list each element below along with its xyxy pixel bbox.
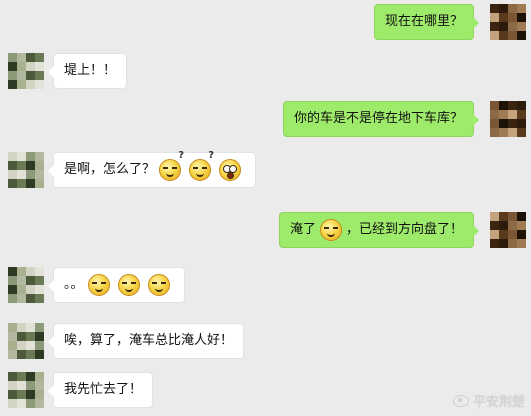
message-bubble-right[interactable]: 现在在哪里？ xyxy=(373,4,480,40)
avatar-right[interactable] xyxy=(490,101,526,137)
confused-emoji: ? xyxy=(189,151,214,181)
squint-emoji xyxy=(87,274,110,296)
message-text: 唉，算了，淹车总比淹人好！ xyxy=(64,333,234,348)
avatar-left[interactable] xyxy=(8,267,44,303)
message-bubble-right[interactable]: 淹了 ，已经到方向盘了！ xyxy=(278,212,480,248)
avatar-right[interactable] xyxy=(490,4,526,40)
message-text: 你的车是不是停在地下车库？ xyxy=(293,111,463,126)
avatar-left[interactable] xyxy=(8,53,44,89)
avatar-left[interactable] xyxy=(8,152,44,188)
message-text: 堤上！！ xyxy=(64,63,117,78)
squint-emoji xyxy=(319,219,342,241)
message-bubble-left[interactable]: 是啊，怎么了？?? xyxy=(47,151,257,188)
message-bubble-left[interactable]: 我先忙去了！ xyxy=(47,372,154,408)
message-bubble-right[interactable]: 你的车是不是停在地下车库？ xyxy=(282,101,480,137)
avatar-left[interactable] xyxy=(8,323,44,359)
avatar-left[interactable] xyxy=(8,372,44,408)
watermark-text: 平安荆楚 xyxy=(472,395,525,410)
weibo-icon xyxy=(452,394,469,407)
message-text: 是啊，怎么了？ xyxy=(64,162,156,177)
avatar-right[interactable] xyxy=(490,212,526,248)
shocked-emoji xyxy=(219,159,242,181)
message-bubble-left[interactable]: 唉，算了，淹车总比淹人好！ xyxy=(47,323,245,359)
laughing-emoji xyxy=(147,274,170,296)
message-bubble-left[interactable]: 堤上！！ xyxy=(47,53,128,89)
message-text: 现在在哪里？ xyxy=(384,14,463,29)
confused-emoji: ? xyxy=(159,151,184,181)
message-text: 淹了 xyxy=(289,222,316,237)
message-bubble-left[interactable]: 。。 xyxy=(48,267,185,303)
message-text: ，已经到方向盘了！ xyxy=(345,222,463,237)
squint-emoji xyxy=(117,274,140,296)
watermark: 平安荆楚 xyxy=(452,391,525,410)
message-text: 。。 xyxy=(64,277,84,292)
message-text: 我先忙去了！ xyxy=(64,382,143,397)
